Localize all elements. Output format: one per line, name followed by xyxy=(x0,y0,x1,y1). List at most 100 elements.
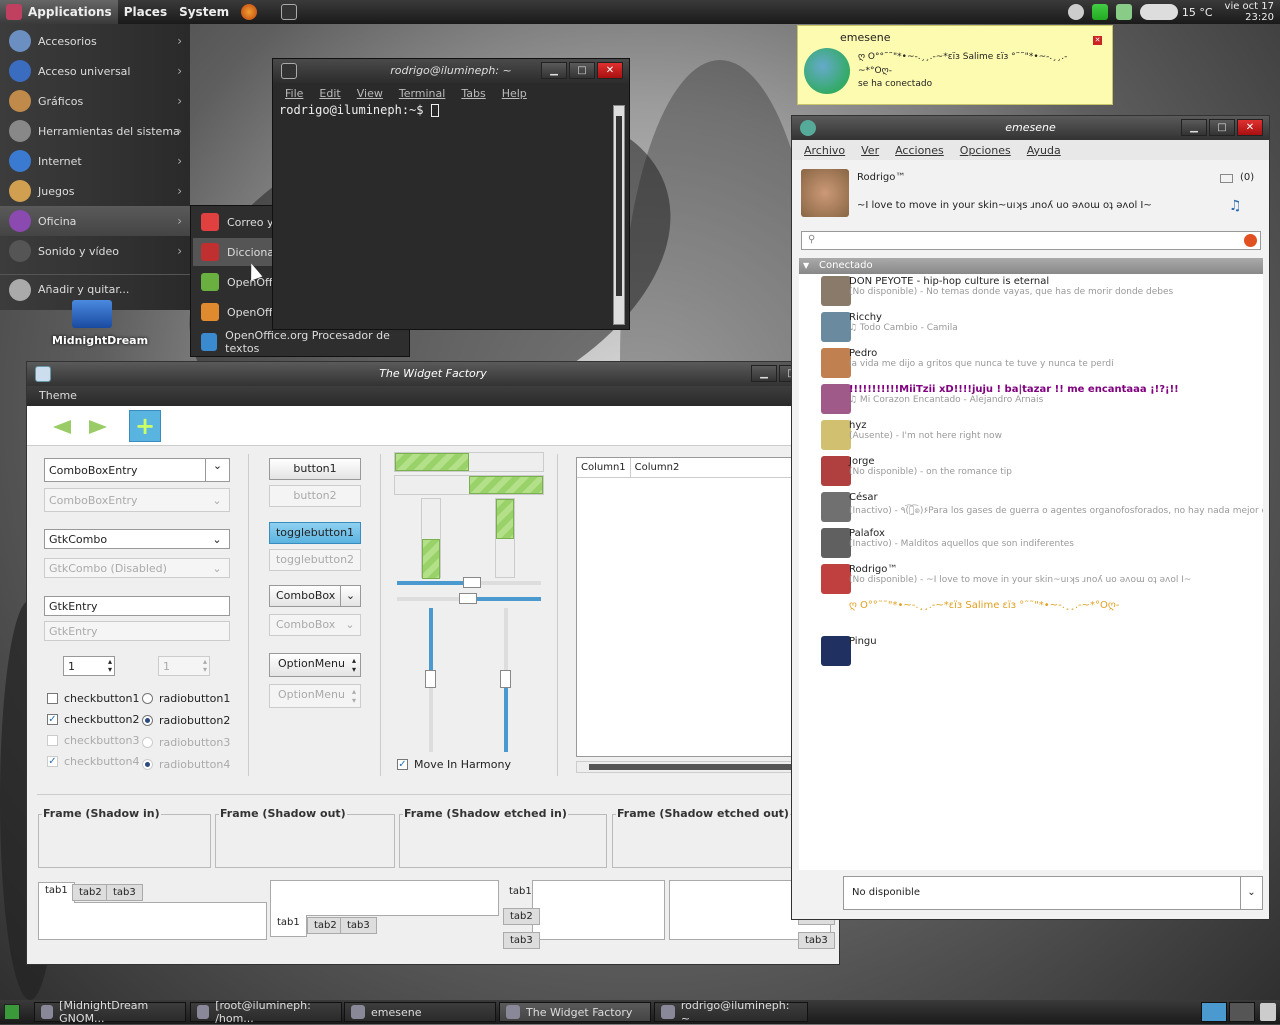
menu-tabs[interactable]: Tabs xyxy=(461,87,485,100)
menu-opciones[interactable]: Opciones xyxy=(960,144,1011,157)
user-avatar[interactable] xyxy=(801,169,849,217)
tab-3[interactable]: tab3 xyxy=(503,932,540,949)
system-menu[interactable]: System xyxy=(173,0,235,24)
menu-ayuda[interactable]: Ayuda xyxy=(1027,144,1061,157)
tab-1[interactable]: tab1 xyxy=(270,915,307,937)
menu-ver[interactable]: Ver xyxy=(861,144,879,157)
minimize-button[interactable]: ▁ xyxy=(751,365,777,382)
search-input[interactable]: ⚲ xyxy=(801,231,1261,250)
menu-item-acceso-universal[interactable]: Acceso universal › xyxy=(0,56,190,86)
vertical-scale-1[interactable] xyxy=(425,608,436,752)
menu-edit[interactable]: Edit xyxy=(319,87,340,100)
menu-item-juegos[interactable]: Juegos › xyxy=(0,176,190,206)
togglebutton1[interactable]: togglebutton1 xyxy=(269,522,361,544)
button1[interactable]: button1 xyxy=(269,458,361,480)
show-desktop-icon[interactable] xyxy=(4,1004,20,1020)
temperature[interactable]: 15 °C xyxy=(1182,6,1213,19)
optionmenu[interactable]: OptionMenu ▴ ▾ xyxy=(269,653,361,677)
menu-item-gr-ficos[interactable]: Gráficos › xyxy=(0,86,190,116)
menu-view[interactable]: View xyxy=(357,87,383,100)
contact-item[interactable]: Pedro la vida me dijo a gritos que nunca … xyxy=(849,348,1263,369)
notification-popup[interactable]: emesene ✕ ღ O°°˜˜"*•~-.¸¸.-~*εїз Salime … xyxy=(797,25,1113,105)
tab-1[interactable]: tab1 xyxy=(503,884,538,899)
menu-item-oficina[interactable]: Oficina › xyxy=(0,206,190,236)
trash-icon[interactable] xyxy=(1260,1003,1276,1021)
forward-arrow-icon[interactable] xyxy=(89,420,107,434)
submenu-item[interactable]: OpenOffice.org Procesador de textos xyxy=(193,328,407,356)
user-nick[interactable]: Rodrigo™ xyxy=(857,172,905,183)
move-in-harmony-check[interactable]: ✓ Move In Harmony xyxy=(397,758,511,771)
contact-item[interactable]: DON PEYOTE - hip-hop culture is eternal(… xyxy=(849,276,1263,297)
menu-item-accesorios[interactable]: Accesorios › xyxy=(0,26,190,56)
checkbutton-1[interactable]: checkbutton1 xyxy=(47,692,140,705)
menu-help[interactable]: Help xyxy=(502,87,527,100)
emesene-titlebar[interactable]: emesene ▁ □ ✕ xyxy=(792,116,1269,140)
tab-2[interactable]: tab2 xyxy=(503,908,540,925)
column-header-1[interactable]: Column1 xyxy=(577,458,631,477)
contact-item[interactable]: Rodrigo™ (No disponible) - ~I love to mov… xyxy=(849,564,1263,585)
user-message[interactable]: ~I love to move in your skin~uıʞs ɹnoʎ u… xyxy=(857,200,1152,211)
contact-item[interactable]: !!!!!!!!!!!MiiTzii xD!!!!juju ! ba|tazar… xyxy=(849,384,1263,405)
places-menu[interactable]: Places xyxy=(118,0,173,24)
mail-icon[interactable] xyxy=(1220,174,1233,183)
network-status-icon[interactable] xyxy=(1067,4,1084,20)
taskbar-item[interactable]: rodrigo@ilumineph: ~ xyxy=(654,999,808,1025)
radiobutton-2[interactable]: radiobutton2 xyxy=(142,714,230,727)
tab-3[interactable]: tab3 xyxy=(798,932,835,949)
contact-item[interactable]: Pingu xyxy=(849,636,1263,647)
volume-icon[interactable] xyxy=(1115,4,1132,20)
vertical-scale-2[interactable] xyxy=(500,608,511,752)
minimize-button[interactable]: ▁ xyxy=(1181,119,1207,136)
tree-hscrollbar[interactable] xyxy=(576,761,806,773)
contact-item[interactable]: Ricchy ♫ Todo Cambio - Camila xyxy=(849,312,1263,333)
clock[interactable]: vie oct 17 23:20 xyxy=(1225,1,1274,23)
taskbar-item[interactable]: [root@ilumineph: /hom... xyxy=(190,999,342,1025)
contact-item[interactable]: Palafox (Inactivo) - Malditos aquellos qu… xyxy=(849,528,1263,549)
workspace-switcher[interactable] xyxy=(1201,1002,1227,1022)
add-icon[interactable]: + xyxy=(129,410,161,442)
desktop-icon-midnightdream[interactable]: MidnightDream xyxy=(52,300,148,347)
column-header-2[interactable]: Column2 xyxy=(631,458,684,477)
tree-view[interactable]: Column1 Column2 xyxy=(576,457,806,757)
menu-acciones[interactable]: Acciones xyxy=(895,144,944,157)
contact-item[interactable]: Jorge (No disponible) - on the romance ti… xyxy=(849,456,1263,477)
theme-menu[interactable]: Theme xyxy=(27,386,839,406)
checkbutton-2[interactable]: ✓ checkbutton2 xyxy=(47,713,140,726)
firefox-launcher-icon[interactable] xyxy=(235,0,263,24)
tab-2[interactable]: tab2 xyxy=(72,884,109,901)
horizontal-scale-1[interactable] xyxy=(397,577,541,588)
menu-item-herramientas-del-sistema[interactable]: Herramientas del sistema › xyxy=(0,116,190,146)
close-button[interactable]: ✕ xyxy=(1237,119,1263,136)
terminal-launcher-icon[interactable] xyxy=(275,0,303,24)
menu-archivo[interactable]: Archivo xyxy=(804,144,845,157)
minimize-button[interactable]: ▁ xyxy=(541,62,567,79)
applications-menu[interactable]: Applications xyxy=(0,0,118,24)
comboboxentry[interactable]: ComboBoxEntry ⌄ xyxy=(44,458,230,482)
status-selector[interactable]: No disponible ⌄ xyxy=(843,876,1263,910)
taskbar-item[interactable]: The Widget Factory xyxy=(499,1002,651,1022)
cloud-weather-icon[interactable] xyxy=(1139,4,1178,20)
wf-titlebar[interactable]: The Widget Factory ▁□✕ xyxy=(27,362,839,386)
menu-item-sonido-y-v-deo[interactable]: Sonido y vídeo › xyxy=(0,236,190,266)
maximize-button[interactable]: □ xyxy=(1209,119,1235,136)
close-button[interactable]: ✕ xyxy=(597,62,623,79)
gtkentry[interactable]: GtkEntry xyxy=(44,596,230,616)
horizontal-scale-2[interactable] xyxy=(397,593,541,604)
gtkcombo[interactable]: GtkCombo ⌄ xyxy=(44,529,230,549)
combobox[interactable]: ComboBox ⌄ xyxy=(269,585,361,607)
wifi-icon[interactable] xyxy=(1091,4,1108,20)
back-arrow-icon[interactable] xyxy=(53,420,71,434)
radiobutton-1[interactable]: radiobutton1 xyxy=(142,692,230,705)
menu-terminal[interactable]: Terminal xyxy=(399,87,446,100)
taskbar-item[interactable]: emesene xyxy=(344,1002,496,1022)
terminal-content[interactable]: rodrigo@ilumineph:~$ xyxy=(279,103,609,323)
menu-item-internet[interactable]: Internet › xyxy=(0,146,190,176)
taskbar-item[interactable]: [MidnightDream GNOM... xyxy=(34,999,186,1025)
tab-3[interactable]: tab3 xyxy=(340,917,377,934)
tab-3[interactable]: tab3 xyxy=(106,884,143,901)
close-icon[interactable]: ✕ xyxy=(1093,36,1102,45)
group-header[interactable]: ▼ Conectado xyxy=(799,258,1263,274)
menu-file[interactable]: File xyxy=(285,87,303,100)
terminal-titlebar[interactable]: rodrigo@ilumineph: ~ ▁ □ ✕ xyxy=(273,59,629,83)
spin-button[interactable]: 1 ▴ ▾ xyxy=(63,656,115,676)
